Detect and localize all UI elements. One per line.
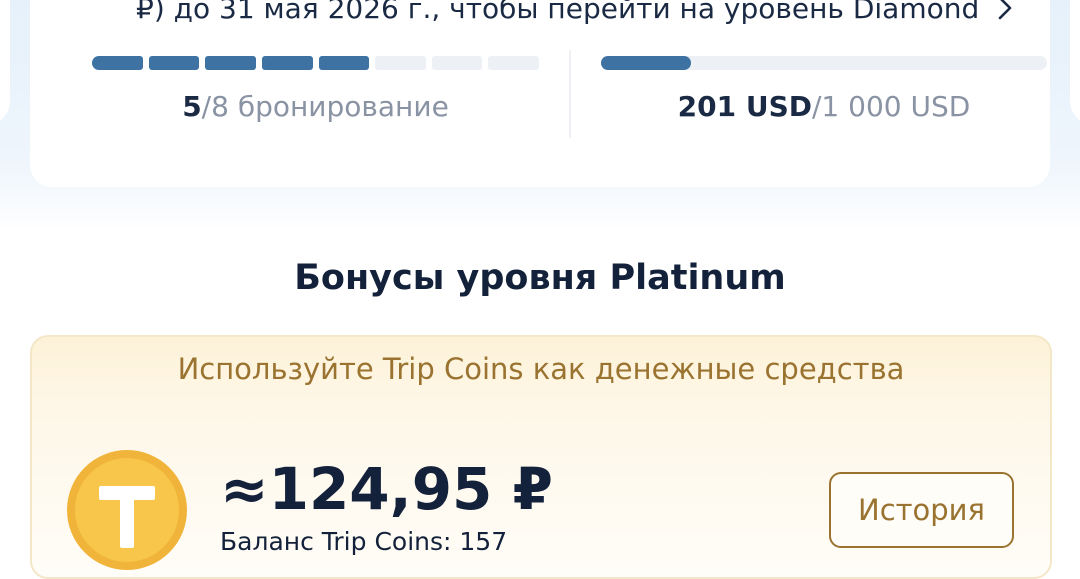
chevron-right-icon bbox=[998, 0, 1012, 20]
section-title: Бонусы уровня Platinum bbox=[294, 258, 786, 298]
bookings-current: 5 bbox=[182, 90, 202, 123]
spend-progress-label: 201 USD/1 000 USD bbox=[601, 90, 1047, 123]
coins-balance: Баланс Trip Coins: 157 bbox=[220, 527, 508, 556]
bookings-progress-label: 5/8 бронирование bbox=[92, 90, 539, 123]
trip-coins-card: Используйте Trip Coins как денежные сред… bbox=[30, 335, 1052, 579]
trip-coin-icon: T bbox=[67, 450, 187, 570]
trip-coins-heading: Используйте Trip Coins как денежные сред… bbox=[177, 352, 905, 386]
adjacent-card-left[interactable] bbox=[0, 0, 10, 125]
bookings-progress-bar bbox=[92, 56, 539, 70]
tier-progress-card: ₽) до 31 мая 2026 г., чтобы перейти на у… bbox=[30, 0, 1050, 187]
bookings-total: /8 бронирование bbox=[201, 90, 449, 123]
adjacent-card-right[interactable] bbox=[1070, 0, 1080, 125]
upgrade-text: ₽) до 31 мая 2026 г., чтобы перейти на у… bbox=[136, 0, 980, 25]
spend-progress-bar bbox=[601, 56, 1047, 70]
spend-progress-fill bbox=[601, 56, 691, 70]
bookings-progress-segment bbox=[488, 56, 539, 70]
upgrade-link[interactable]: ₽) до 31 мая 2026 г., чтобы перейти на у… bbox=[136, 0, 1015, 25]
history-button[interactable]: История bbox=[829, 472, 1014, 548]
bookings-progress-segment bbox=[375, 56, 426, 70]
bookings-progress-segment bbox=[205, 56, 256, 70]
bookings-progress-segment bbox=[261, 56, 313, 70]
spend-current: 201 USD bbox=[677, 90, 812, 123]
coins-amount: ≈124,95 ₽ bbox=[220, 455, 553, 523]
bookings-progress-segment bbox=[318, 56, 370, 70]
spend-total: /1 000 USD bbox=[812, 90, 971, 123]
bookings-progress-segment bbox=[431, 56, 483, 70]
bookings-progress-segment bbox=[148, 56, 200, 70]
bookings-progress-segment bbox=[92, 56, 143, 70]
divider bbox=[569, 50, 571, 138]
